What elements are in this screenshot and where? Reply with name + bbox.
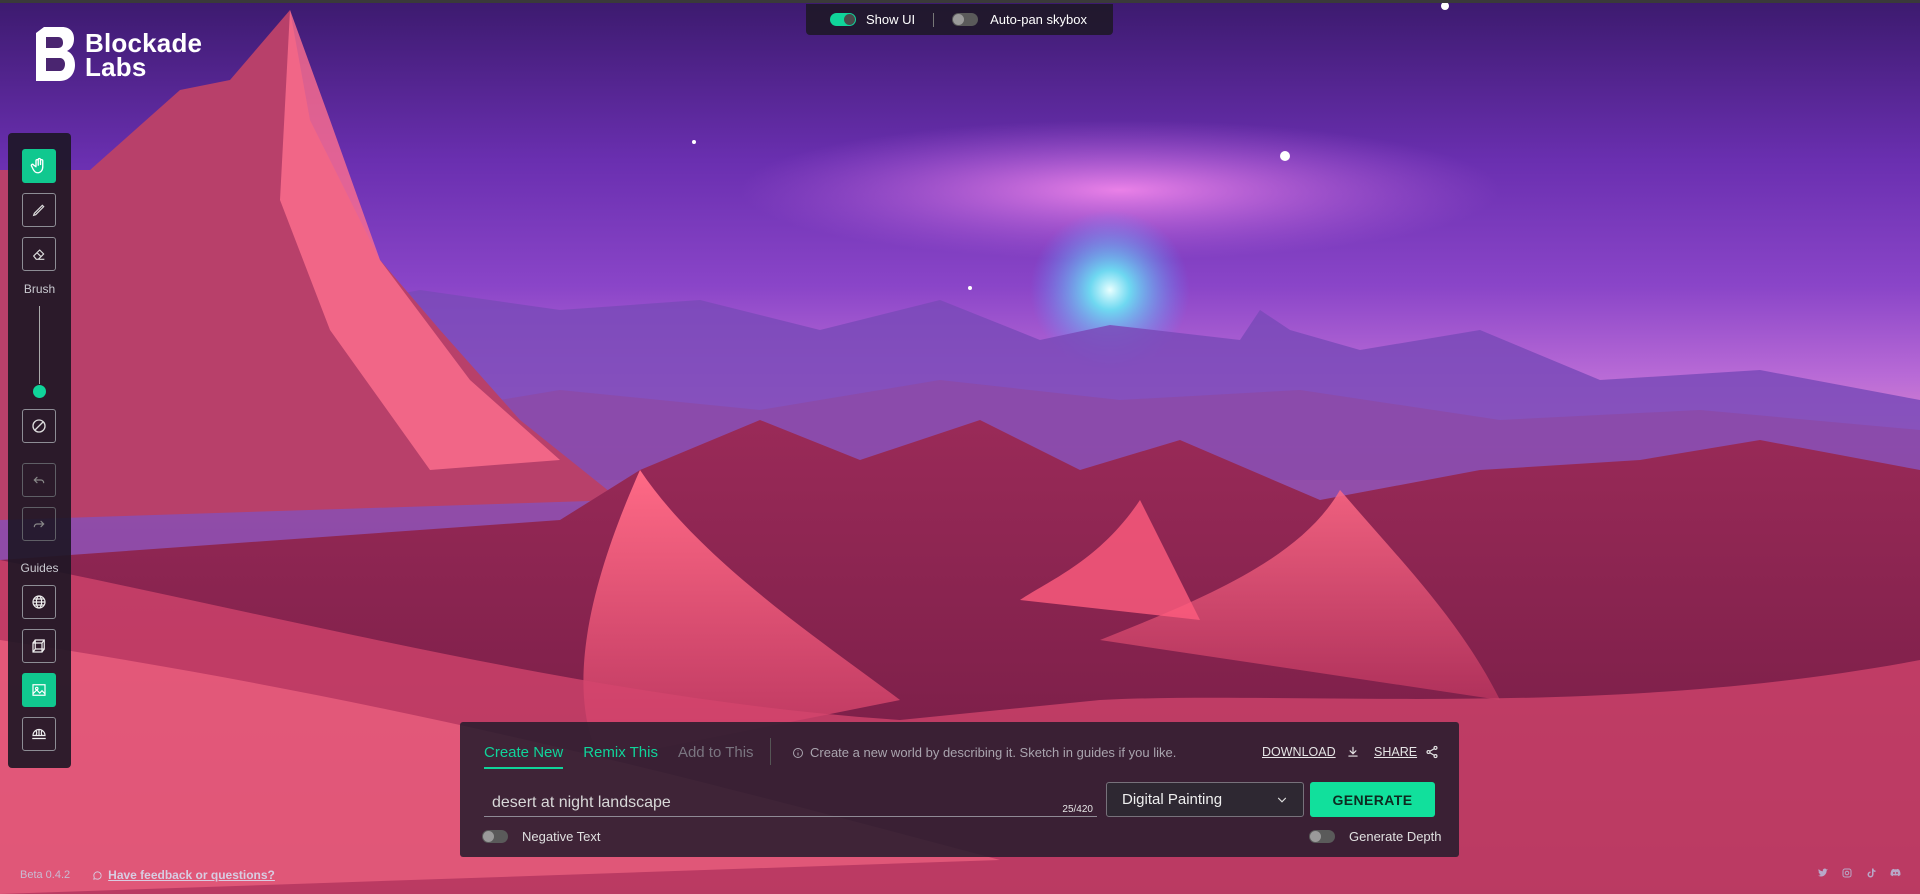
undo-button[interactable] xyxy=(22,463,56,497)
dome-guide-button[interactable] xyxy=(22,717,56,751)
twitter-icon[interactable] xyxy=(1816,866,1830,880)
generation-panel: Create New Remix This Add to This Create… xyxy=(460,722,1459,857)
redo-icon xyxy=(33,520,45,528)
undo-icon xyxy=(33,476,45,484)
character-counter: 25/420 xyxy=(1062,804,1093,815)
negative-text-label: Negative Text xyxy=(522,829,601,844)
generate-button[interactable]: GENERATE xyxy=(1310,782,1435,817)
globe-icon xyxy=(32,595,46,609)
social-links xyxy=(1806,866,1902,880)
feedback-link[interactable]: Have feedback or questions? xyxy=(92,868,275,882)
style-select[interactable]: Digital Painting xyxy=(1106,782,1304,817)
top-border xyxy=(0,0,1920,3)
tab-add-to-this[interactable]: Add to This xyxy=(678,744,754,769)
dome-icon xyxy=(32,728,46,740)
brush-size-slider-handle[interactable] xyxy=(33,385,46,398)
prompt-input[interactable]: desert at night landscape 25/420 xyxy=(484,782,1097,817)
cube-guide-button[interactable] xyxy=(22,629,56,663)
hand-icon xyxy=(30,157,44,174)
show-ui-label: Show UI xyxy=(866,12,916,27)
prompt-text: desert at night landscape xyxy=(492,794,671,811)
download-icon xyxy=(1347,746,1358,757)
brush-size-slider-track[interactable] xyxy=(39,306,40,384)
instagram-icon[interactable] xyxy=(1840,866,1854,880)
tabs-divider xyxy=(770,738,771,765)
drawing-toolbar: Brush Guides xyxy=(8,133,71,768)
version-label: Beta 0.4.2 xyxy=(20,869,71,881)
share-label: SHARE xyxy=(1374,745,1418,759)
brush-tool-button[interactable] xyxy=(22,193,56,227)
brand-logo[interactable]: Blockade Labs xyxy=(34,27,202,83)
show-ui-toggle[interactable] xyxy=(830,13,856,26)
generate-depth-toggle[interactable] xyxy=(1309,830,1335,843)
globe-guide-button[interactable] xyxy=(22,585,56,619)
clear-icon xyxy=(32,419,46,433)
share-button[interactable]: SHARE xyxy=(1374,745,1439,759)
brand-name-line2: Labs xyxy=(85,52,147,82)
download-label: DOWNLOAD xyxy=(1262,745,1336,759)
hint-text: Create a new world by describing it. Ske… xyxy=(810,745,1177,760)
chevron-down-icon xyxy=(1277,797,1287,803)
image-icon xyxy=(32,684,46,696)
download-button[interactable]: DOWNLOAD xyxy=(1262,745,1360,759)
negative-text-option: Negative Text xyxy=(482,829,601,844)
footer: Beta 0.4.2 Have feedback or questions? xyxy=(20,868,275,882)
discord-icon[interactable] xyxy=(1888,866,1902,880)
style-select-value: Digital Painting xyxy=(1122,791,1223,808)
pencil-icon xyxy=(32,204,45,217)
negative-text-toggle[interactable] xyxy=(482,830,508,843)
redo-button[interactable] xyxy=(22,507,56,541)
brush-label: Brush xyxy=(23,282,56,296)
hint-text-row: Create a new world by describing it. Ske… xyxy=(792,745,1176,760)
info-icon xyxy=(793,747,803,758)
blockade-logo-icon xyxy=(36,27,75,81)
toggle-separator xyxy=(933,12,935,27)
top-toggle-bar: Show UI Auto-pan skybox xyxy=(806,4,1113,35)
auto-pan-toggle[interactable] xyxy=(952,13,979,26)
share-icon xyxy=(1426,745,1438,759)
brand-name: Blockade Labs xyxy=(85,30,202,82)
feedback-label: Have feedback or questions? xyxy=(108,868,275,882)
eraser-tool-button[interactable] xyxy=(22,237,56,271)
generate-depth-label: Generate Depth xyxy=(1349,829,1442,844)
auto-pan-label: Auto-pan skybox xyxy=(990,12,1087,27)
generate-depth-option: Generate Depth xyxy=(1309,829,1442,844)
eraser-icon xyxy=(33,249,45,260)
guides-label: Guides xyxy=(20,561,59,575)
tab-remix-this[interactable]: Remix This xyxy=(583,744,658,769)
mode-tabs: Create New Remix This Add to This xyxy=(484,744,774,769)
tab-create-new[interactable]: Create New xyxy=(484,744,564,769)
pan-tool-button[interactable] xyxy=(22,149,56,183)
cube-icon xyxy=(32,639,45,653)
chat-bubble-icon xyxy=(93,870,102,880)
image-guide-button[interactable] xyxy=(22,673,56,707)
tiktok-icon[interactable] xyxy=(1864,866,1878,880)
clear-canvas-button[interactable] xyxy=(22,409,56,443)
